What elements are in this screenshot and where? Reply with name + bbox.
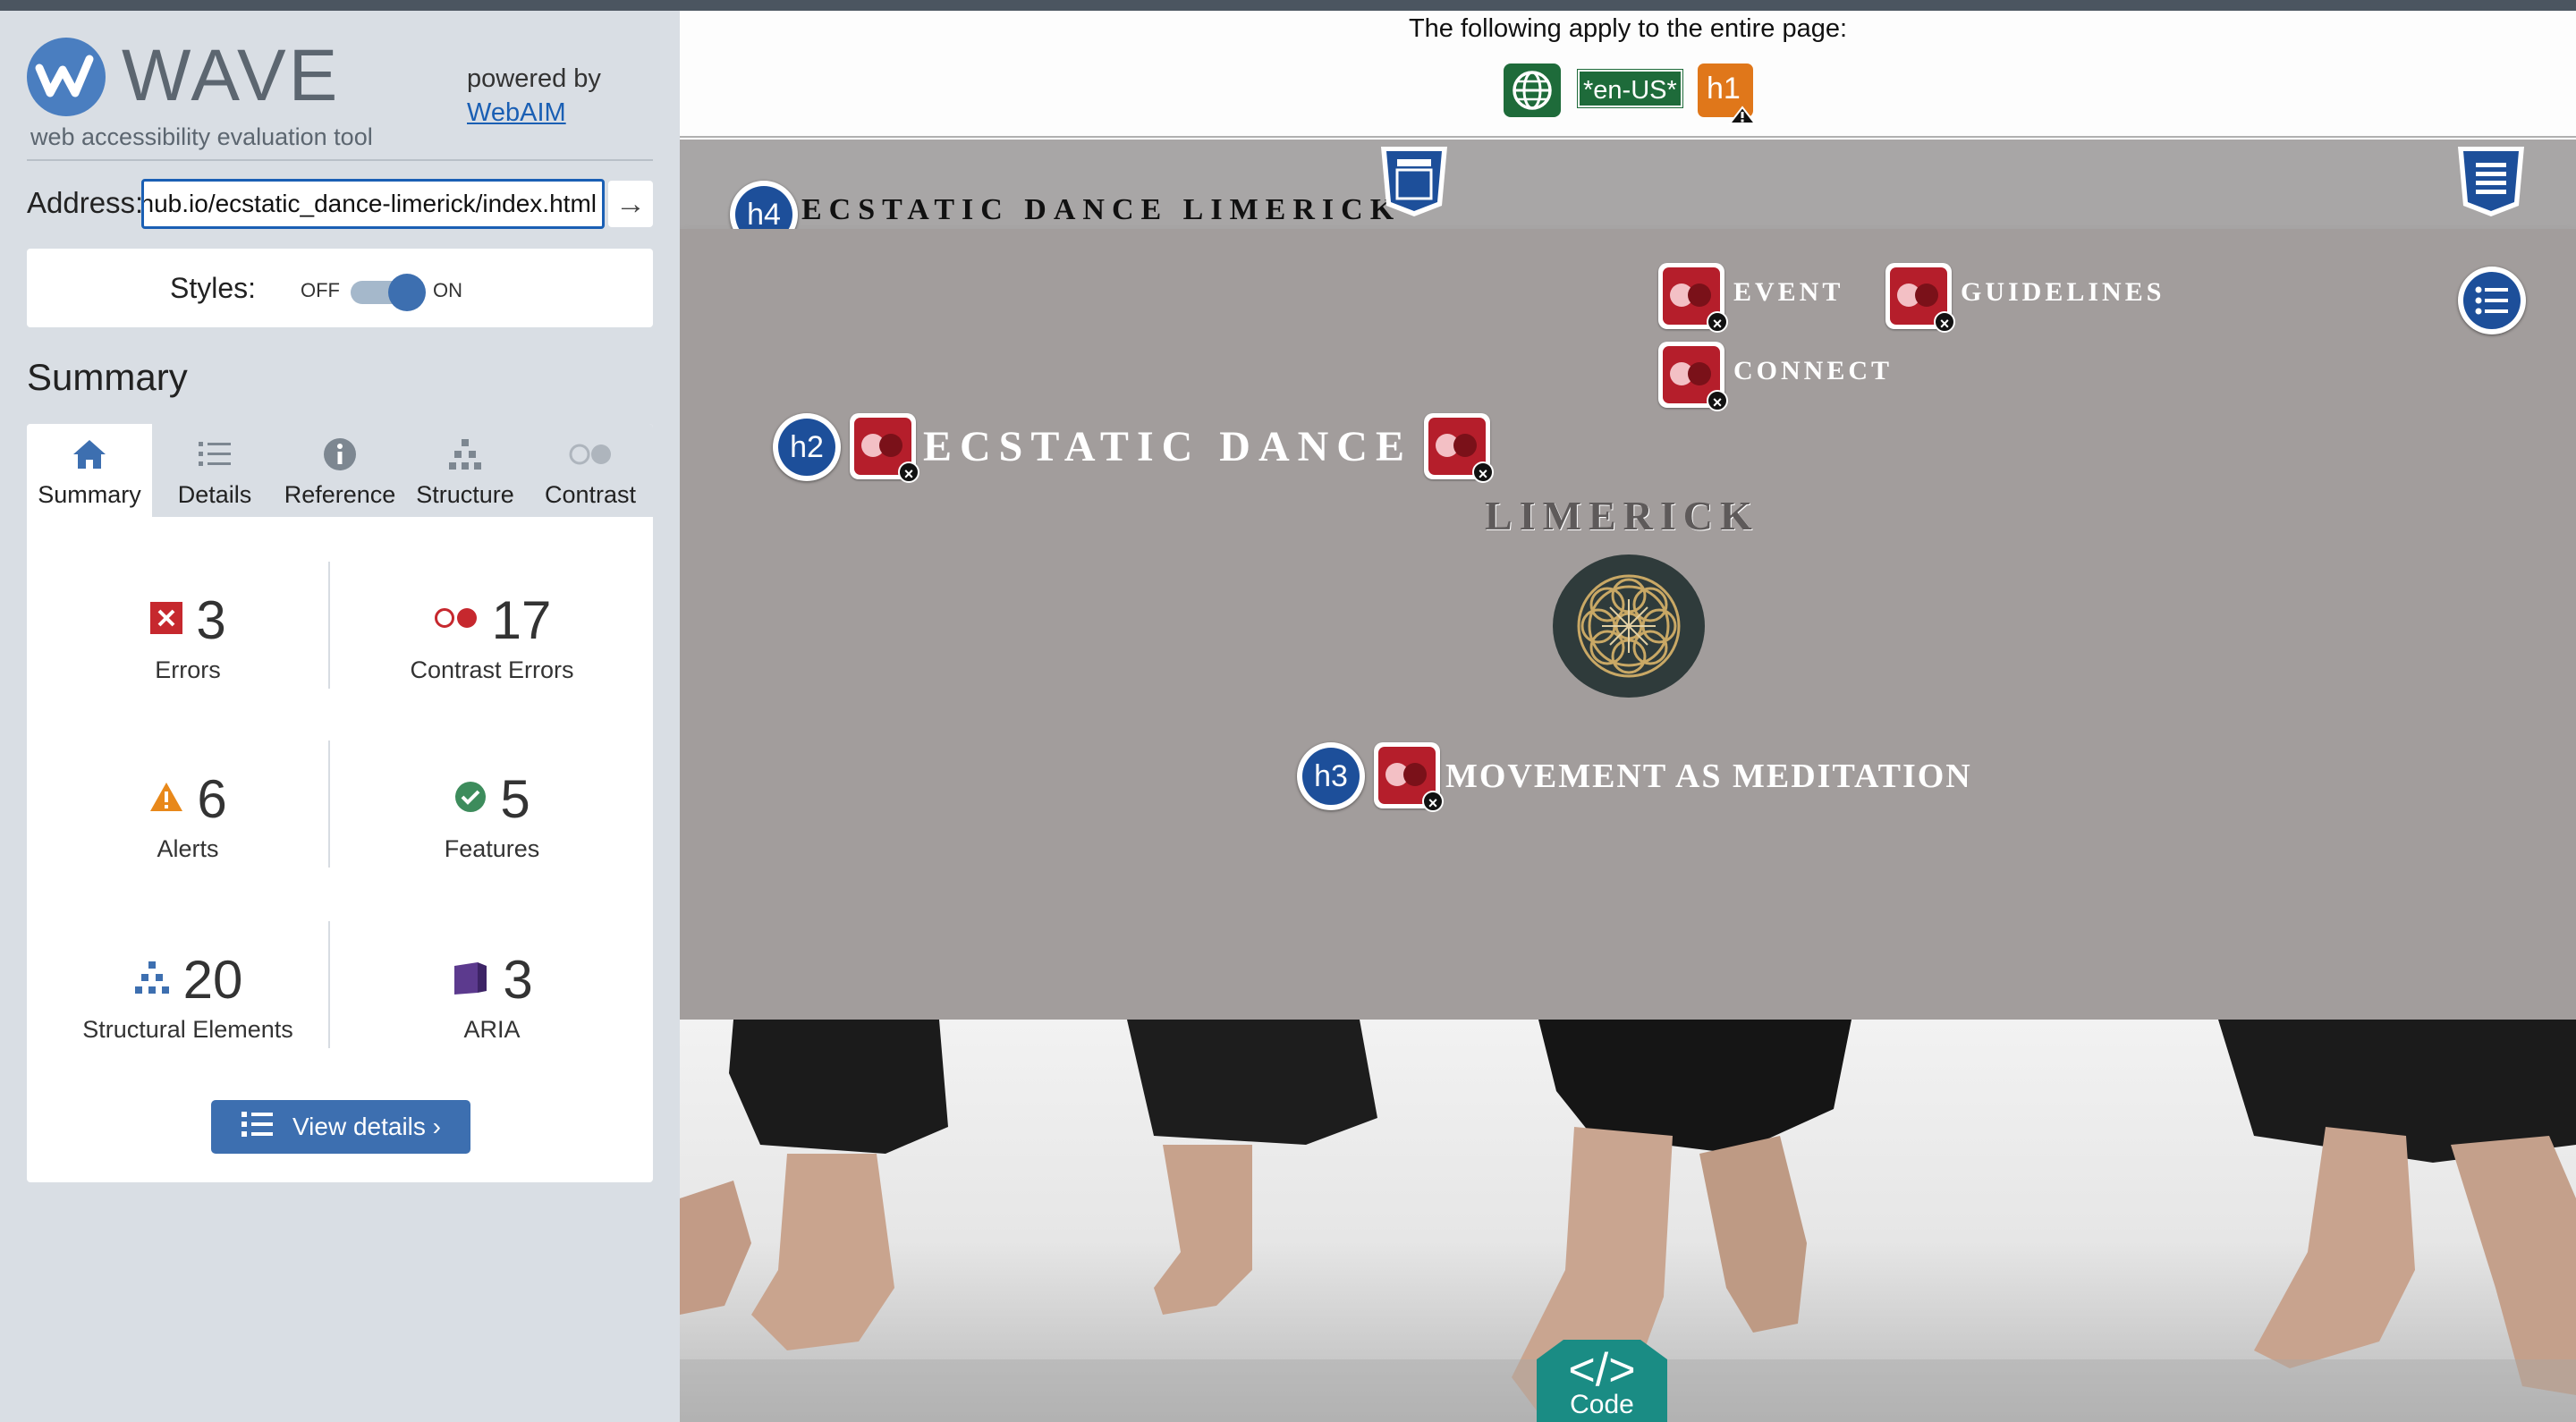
h1-badge-label: h1 [1707, 72, 1741, 106]
sitemap-icon [402, 436, 528, 472]
styles-toggle-knob[interactable] [388, 274, 426, 311]
styles-on-label: ON [433, 279, 462, 301]
language-icon[interactable] [1503, 63, 1562, 118]
nav-guidelines[interactable]: GUIDELINES [1961, 277, 2165, 308]
missing-h1-alert[interactable]: h1 [1696, 63, 1758, 124]
tab-label: Contrast [544, 481, 637, 508]
list-landmark-icon[interactable] [2454, 143, 2528, 218]
code-label: Code [1570, 1390, 1634, 1419]
tab-label: Reference [284, 481, 396, 508]
wave-sidebar: WAVE web accessibility evaluation tool p… [0, 11, 680, 1422]
h2-badge[interactable]: h2 [773, 413, 841, 481]
stat-count: 6 [197, 768, 227, 829]
contrast-error-icon[interactable]: × [1658, 263, 1728, 333]
contrast-error-icon[interactable]: × [1374, 742, 1444, 812]
contrast-error-icon[interactable]: × [1658, 342, 1728, 411]
powered-by-text: powered by [467, 64, 601, 93]
address-go-button[interactable]: → [608, 181, 653, 227]
page-info-bar: The following apply to the entire page: … [680, 11, 2576, 138]
styles-off-label: OFF [301, 279, 340, 301]
hero-heading-line2: LIMERICK [1485, 493, 1759, 538]
tab-label: Summary [38, 481, 141, 508]
home-icon [27, 436, 152, 472]
stat-structural-elements[interactable]: 20 Structural Elements [45, 948, 331, 1044]
code-icon: </> [1568, 1344, 1636, 1396]
tab-structure[interactable]: Structure [402, 424, 528, 517]
nav-event[interactable]: EVENT [1733, 277, 1843, 308]
contrast-error-icon [433, 606, 479, 634]
language-tag[interactable]: *en-US* [1577, 69, 1683, 108]
panel-tabs: Summary Details Reference Structure Cont… [27, 424, 653, 517]
webaim-link[interactable]: WebAIM [467, 97, 601, 131]
contrast-error-icon[interactable]: × [1885, 263, 1955, 333]
arrow-right-icon: → [615, 186, 646, 221]
stat-label: Alerts [157, 835, 219, 862]
page-info-title: The following apply to the entire page: [1408, 14, 1848, 43]
tagline: MOVEMENT AS MEDITATION [1445, 758, 1972, 795]
alert-icon [148, 781, 184, 817]
tab-label: Structure [416, 481, 514, 508]
stat-count: 5 [500, 768, 530, 829]
mandala-logo-icon [1553, 554, 1705, 698]
wave-logo-icon [27, 38, 106, 116]
stat-aria[interactable]: 3 ARIA [349, 948, 635, 1044]
tab-reference[interactable]: Reference [277, 424, 402, 517]
code-toggle-button[interactable]: </> Code [1519, 1340, 1685, 1422]
h3-badge[interactable]: h3 [1297, 742, 1365, 810]
stat-count: 20 [182, 949, 243, 1010]
list-icon[interactable] [2458, 267, 2526, 334]
summary-heading: Summary [27, 356, 188, 398]
stat-count: 3 [503, 949, 533, 1010]
aria-landmark-icon[interactable] [1377, 143, 1451, 218]
stat-errors[interactable]: 3 Errors [45, 588, 331, 684]
wave-subtitle: web accessibility evaluation tool [30, 123, 373, 150]
stat-label: Contrast Errors [410, 656, 574, 683]
summary-panel: Summary Details Reference Structure Cont… [27, 424, 653, 1182]
site-title: ECSTATIC DANCE LIMERICK [801, 193, 1402, 226]
contrast-error-icon[interactable]: × [850, 413, 919, 483]
powered-by: powered by WebAIM [467, 63, 601, 130]
styles-toggle-card: Styles: OFF ON [27, 249, 653, 327]
nav-connect[interactable]: CONNECT [1733, 356, 1893, 386]
stat-label: Errors [155, 656, 221, 683]
tab-summary[interactable]: Summary [27, 424, 152, 517]
stat-count: 17 [491, 589, 552, 650]
stat-label: Structural Elements [82, 1016, 293, 1043]
error-icon [149, 601, 183, 639]
stat-count: 3 [196, 589, 226, 650]
aria-icon [451, 959, 490, 1001]
browser-top-bar [0, 0, 2576, 11]
tab-contrast[interactable]: Contrast [528, 424, 653, 517]
stat-label: Features [444, 835, 540, 862]
page-preview: The following apply to the entire page: … [680, 11, 2576, 1422]
feature-icon [453, 780, 487, 818]
site-header: h4 ECSTATIC DANCE LIMERICK [680, 140, 2576, 249]
tab-details[interactable]: Details [152, 424, 277, 517]
list-icon [152, 436, 277, 472]
view-details-button[interactable]: View details › [211, 1100, 470, 1154]
stat-contrast-errors[interactable]: 17 Contrast Errors [349, 588, 635, 684]
tab-label: Details [177, 481, 252, 508]
contrast-icon [528, 436, 653, 472]
styles-label: Styles: [170, 272, 257, 304]
list-icon [241, 1110, 275, 1145]
structure-icon [133, 960, 171, 1000]
address-input[interactable]: jithub.io/ecstatic_dance-limerick/index.… [141, 179, 605, 229]
divider [27, 159, 653, 161]
wave-title: WAVE [122, 35, 341, 116]
info-icon [277, 436, 402, 472]
site-main: × EVENT × GUIDELINES × CONNECT h2 × ECST… [680, 229, 2576, 1020]
view-details-label: View details › [292, 1113, 441, 1140]
address-label: Address: [27, 186, 144, 219]
address-value: jithub.io/ecstatic_dance-limerick/index.… [141, 190, 597, 217]
stat-features[interactable]: 5 Features [349, 767, 635, 863]
contrast-error-icon[interactable]: × [1424, 413, 1494, 483]
stat-label: ARIA [463, 1016, 521, 1043]
stat-alerts[interactable]: 6 Alerts [45, 767, 331, 863]
hero-heading-line1: ECSTATIC DANCE [923, 423, 1412, 470]
